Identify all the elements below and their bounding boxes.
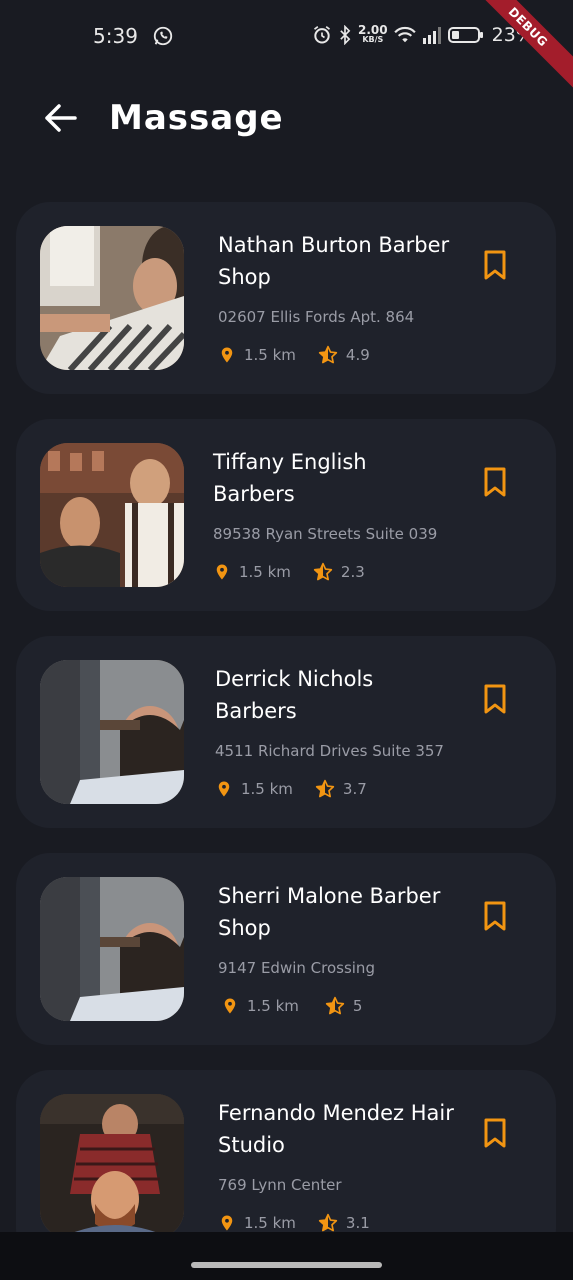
shop-card[interactable]: Nathan Burton Barber Shop 02607 Ellis Fo… xyxy=(16,202,556,394)
shop-photo xyxy=(40,877,184,1021)
distance: 1.5 km xyxy=(218,1213,296,1232)
shop-card[interactable]: Fernando Mendez Hair Studio 769 Lynn Cen… xyxy=(16,1070,556,1232)
rating-value: 5 xyxy=(352,997,363,1015)
shop-card[interactable]: Derrick Nichols Barbers 4511 Richard Dri… xyxy=(16,636,556,828)
shop-name: Derrick Nichols Barbers xyxy=(215,667,374,723)
status-bar: 5:39 2.00 KB/S 23% DEBUG xyxy=(0,0,573,95)
distance-value: 1.5 km xyxy=(244,346,296,364)
distance-value: 1.5 km xyxy=(247,997,299,1015)
status-time: 5:39 xyxy=(93,24,138,48)
shop-name: Fernando Mendez Hair Studio xyxy=(218,1101,454,1157)
bookmark-icon xyxy=(484,250,506,280)
alarm-icon xyxy=(314,26,330,44)
bookmark-icon xyxy=(484,684,506,714)
bookmark-icon xyxy=(484,1118,506,1148)
distance: 1.5 km xyxy=(218,345,296,365)
shop-card[interactable]: Tiffany English Barbers 89538 Ryan Stree… xyxy=(16,419,556,611)
rating: 5 xyxy=(325,996,363,1016)
shop-photo xyxy=(40,443,184,587)
rating-value: 4.9 xyxy=(345,346,370,364)
shop-photo xyxy=(40,226,184,370)
wifi-icon xyxy=(393,26,416,43)
star-half-icon xyxy=(315,779,335,798)
rating-value: 2.3 xyxy=(340,563,365,581)
bookmark-button[interactable] xyxy=(481,683,509,715)
system-navigation-bar xyxy=(0,1232,573,1280)
shop-address: 9147 Edwin Crossing xyxy=(218,959,375,977)
location-pin-icon xyxy=(216,564,228,580)
rating: 3.1 xyxy=(318,1213,370,1232)
shop-photo xyxy=(40,660,184,804)
distance-value: 1.5 km xyxy=(244,1214,296,1232)
rating-value: 3.7 xyxy=(342,780,367,798)
bookmark-button[interactable] xyxy=(481,900,509,932)
bookmark-button[interactable] xyxy=(481,466,509,498)
shop-photo xyxy=(40,1094,184,1232)
shop-list[interactable]: Nathan Burton Barber Shop 02607 Ellis Fo… xyxy=(0,0,573,1232)
star-half-icon xyxy=(313,562,333,581)
shop-card[interactable]: Sherri Malone Barber Shop 9147 Edwin Cro… xyxy=(16,853,556,1045)
star-half-icon xyxy=(318,345,338,364)
back-button[interactable] xyxy=(40,98,80,138)
shop-meta: 1.5 km 3.1 xyxy=(218,1213,370,1232)
arrow-left-icon xyxy=(45,104,77,132)
distance-value: 1.5 km xyxy=(241,780,293,798)
shop-address: 4511 Richard Drives Suite 357 xyxy=(215,742,444,760)
shop-meta: 1.5 km 5 xyxy=(221,996,362,1016)
rating: 4.9 xyxy=(318,345,370,365)
shop-address: 89538 Ryan Streets Suite 039 xyxy=(213,525,438,543)
battery-icon xyxy=(447,27,483,43)
shop-name: Nathan Burton Barber Shop xyxy=(218,233,450,289)
location-pin-icon xyxy=(221,347,233,363)
rating: 3.7 xyxy=(315,779,367,799)
page-title: Massage xyxy=(109,98,284,138)
shop-name: Sherri Malone Barber Shop xyxy=(218,884,441,940)
location-pin-icon xyxy=(221,1215,233,1231)
bookmark-icon xyxy=(484,467,506,497)
bluetooth-icon xyxy=(340,25,351,45)
speed-unit: KB/S xyxy=(362,35,384,44)
rating-value: 3.1 xyxy=(345,1214,370,1232)
speed-value: 2.00 xyxy=(358,23,388,37)
rating: 2.3 xyxy=(313,562,365,582)
distance: 1.5 km xyxy=(215,779,293,799)
shop-address: 02607 Ellis Fords Apt. 864 xyxy=(218,308,415,326)
signal-icon xyxy=(422,27,441,44)
distance: 1.5 km xyxy=(221,996,299,1016)
app-bar: Massage xyxy=(0,90,573,150)
bookmark-button[interactable] xyxy=(481,249,509,281)
whatsapp-icon xyxy=(152,25,174,51)
star-half-icon xyxy=(318,1213,338,1232)
location-pin-icon xyxy=(224,998,236,1014)
status-icons: 2.00 KB/S 23% xyxy=(312,24,534,46)
network-speed: 2.00 KB/S xyxy=(358,23,388,44)
distance: 1.5 km xyxy=(213,562,291,582)
shop-meta: 1.5 km 4.9 xyxy=(218,345,370,365)
shop-meta: 1.5 km 2.3 xyxy=(213,562,365,582)
shop-name: Tiffany English Barbers xyxy=(213,450,367,506)
location-pin-icon xyxy=(218,781,230,797)
shop-address: 769 Lynn Center xyxy=(218,1176,342,1194)
bookmark-button[interactable] xyxy=(481,1117,509,1149)
shop-meta: 1.5 km 3.7 xyxy=(215,779,367,799)
star-half-icon xyxy=(325,996,345,1015)
bookmark-icon xyxy=(484,901,506,931)
home-gesture-handle[interactable] xyxy=(191,1262,382,1268)
distance-value: 1.5 km xyxy=(239,563,291,581)
